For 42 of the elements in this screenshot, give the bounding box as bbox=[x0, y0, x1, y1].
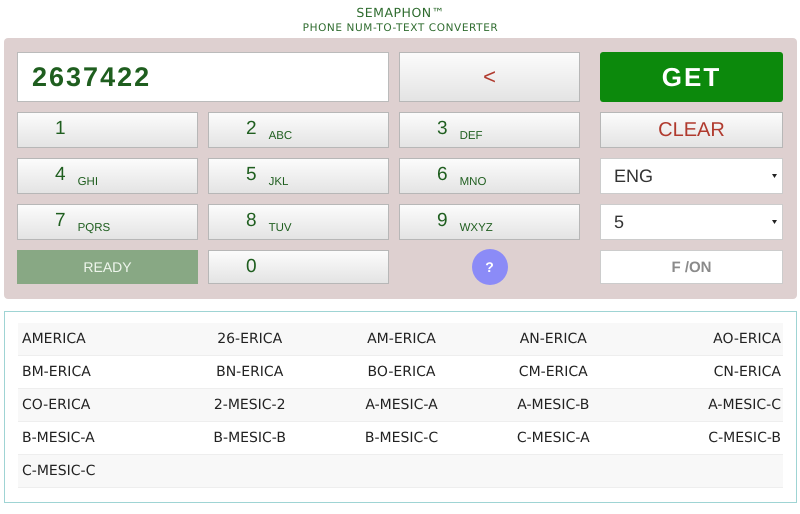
result-word[interactable]: C-MESIC-B bbox=[708, 430, 781, 446]
get-button[interactable]: GET bbox=[600, 52, 783, 102]
result-word[interactable]: C-MESIC-A bbox=[516, 430, 590, 446]
result-word[interactable]: C-MESIC-C bbox=[22, 463, 96, 479]
digit-key[interactable]: 4 GHI bbox=[17, 158, 198, 194]
result-word[interactable]: BM-ERICA bbox=[22, 364, 91, 380]
clear-button[interactable]: CLEAR bbox=[600, 112, 783, 148]
result-word[interactable]: B-MESIC-A bbox=[22, 430, 95, 446]
app-subtitle: PHONE NUM-TO-TEXT CONVERTER bbox=[302, 20, 498, 34]
result-word[interactable]: A-MESIC-B bbox=[517, 397, 590, 413]
digit-key[interactable]: 6 MNO bbox=[399, 158, 580, 194]
result-word[interactable]: AM-ERICA bbox=[367, 331, 436, 347]
result-word[interactable]: AMERICA bbox=[22, 331, 86, 347]
language-select[interactable]: ENG bbox=[600, 158, 783, 194]
result-word[interactable]: A-MESIC-A bbox=[365, 397, 438, 413]
count-select[interactable]: 5 bbox=[600, 204, 783, 240]
digit-key[interactable]: 1 bbox=[17, 112, 198, 148]
result-word[interactable]: BN-ERICA bbox=[216, 364, 284, 380]
number-field[interactable]: 2637422 bbox=[17, 52, 389, 102]
caret-icon bbox=[772, 174, 777, 178]
digit-key[interactable]: 8 TUV bbox=[208, 204, 389, 240]
digit-key[interactable]: 7 PQRS bbox=[17, 204, 198, 240]
result-word[interactable]: BO-ERICA bbox=[368, 364, 436, 380]
result-word[interactable]: B-MESIC-B bbox=[213, 430, 286, 446]
result-word[interactable]: AN-ERICA bbox=[520, 331, 587, 347]
digit-key[interactable]: 0 bbox=[208, 250, 389, 284]
digit-key[interactable]: 3 DEF bbox=[399, 112, 580, 148]
backspace-button[interactable]: < bbox=[399, 52, 580, 102]
digit-key[interactable]: 9 WXYZ bbox=[399, 204, 580, 240]
digit-key[interactable]: 2 ABC bbox=[208, 112, 389, 148]
result-word[interactable]: CN-ERICA bbox=[714, 364, 781, 380]
result-word[interactable]: AO-ERICA bbox=[713, 331, 781, 347]
result-word[interactable]: B-MESIC-C bbox=[364, 430, 438, 446]
caret-icon bbox=[772, 220, 777, 224]
status-label: READY bbox=[17, 250, 198, 284]
result-word[interactable]: CO-ERICA bbox=[22, 397, 90, 413]
result-word[interactable]: 26-ERICA bbox=[217, 331, 282, 347]
app-title: SEMAPHON™ bbox=[356, 4, 445, 20]
digit-key[interactable]: 5 JKL bbox=[208, 158, 389, 194]
result-word[interactable]: A-MESIC-C bbox=[708, 397, 781, 413]
result-word[interactable]: 2-MESIC-2 bbox=[214, 397, 286, 413]
result-word[interactable]: CM-ERICA bbox=[518, 364, 588, 380]
